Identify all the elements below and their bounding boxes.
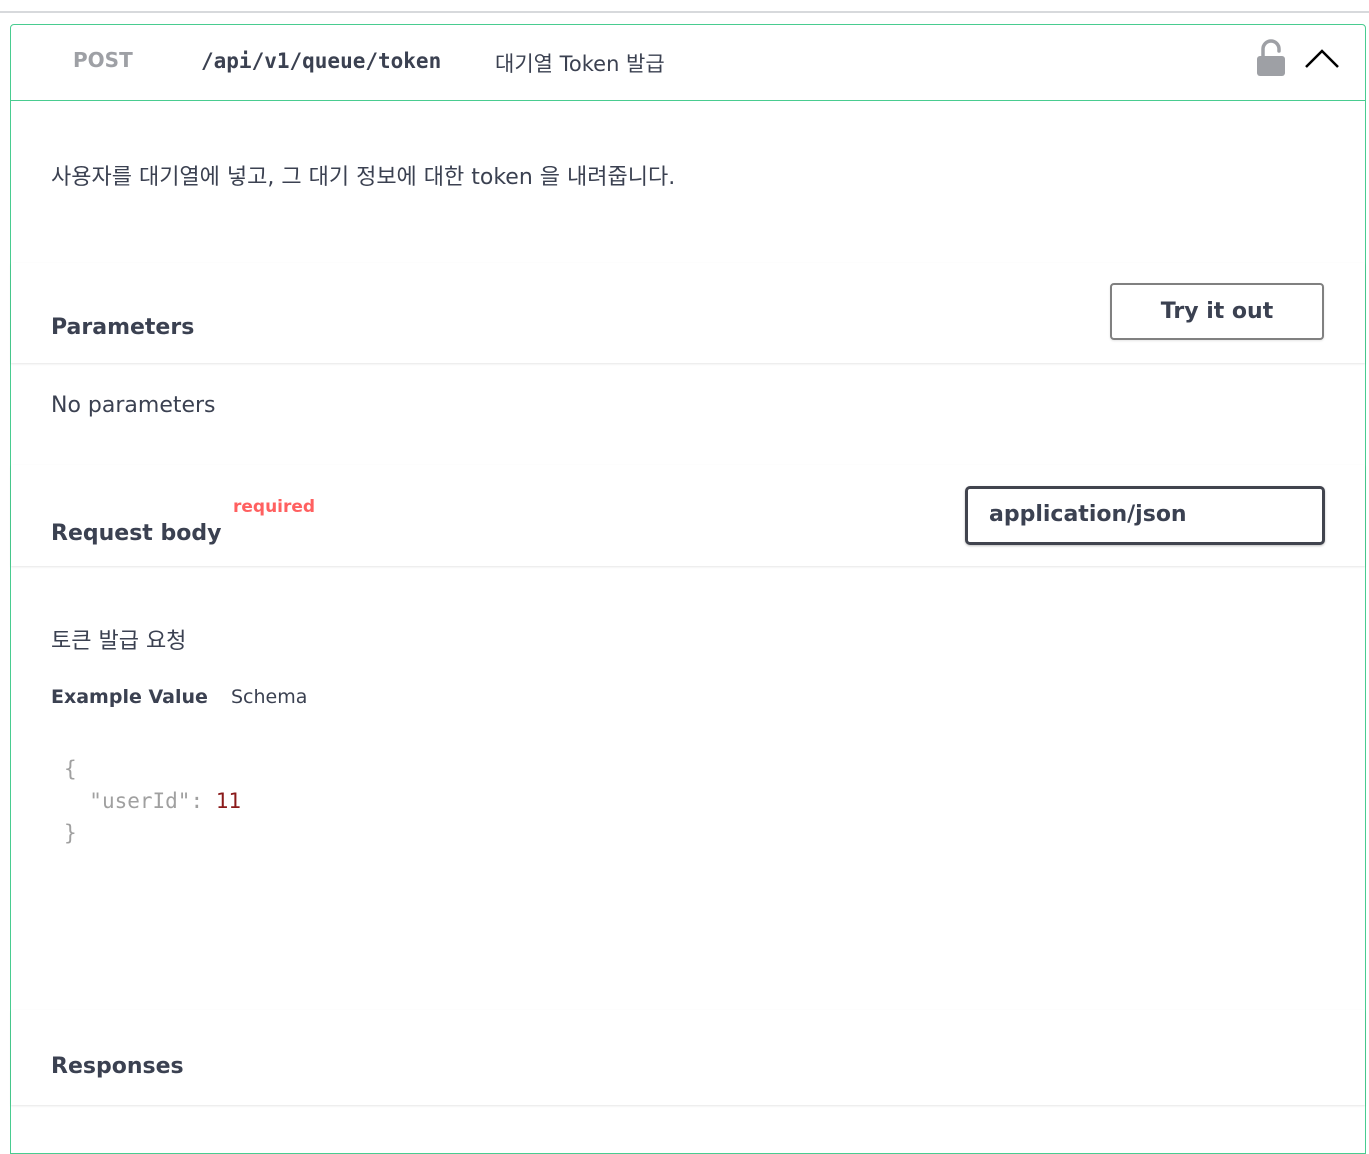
try-it-out-button[interactable]: Try it out bbox=[1110, 283, 1324, 340]
tab-example-value[interactable]: Example Value bbox=[51, 686, 208, 708]
request-body-description: 토큰 발급 요청 bbox=[51, 629, 187, 654]
method-badge: POST bbox=[73, 48, 133, 72]
lock-icon[interactable] bbox=[1255, 39, 1287, 77]
no-parameters-text: No parameters bbox=[51, 393, 216, 418]
code-colon: : bbox=[190, 789, 204, 813]
responses-header: Responses bbox=[11, 1010, 1365, 1105]
responses-title: Responses bbox=[51, 1054, 184, 1079]
operation-description: 사용자를 대기열에 넣고, 그 대기 정보에 대한 token 을 내려줍니다. bbox=[51, 165, 676, 190]
tab-schema[interactable]: Schema bbox=[231, 686, 307, 708]
top-divider bbox=[0, 11, 1369, 13]
opblock-summary[interactable]: POST /api/v1/queue/token 대기열 Token 발급 bbox=[11, 25, 1365, 101]
opblock-post: POST /api/v1/queue/token 대기열 Token 발급 사용… bbox=[10, 24, 1366, 1154]
code-brace-open: { bbox=[64, 757, 77, 781]
endpoint-path: /api/v1/queue/token bbox=[201, 49, 442, 73]
required-label: required bbox=[233, 497, 316, 517]
code-value: 11 bbox=[215, 789, 242, 813]
code-key: "userId" bbox=[89, 789, 191, 813]
request-body-title: Request body bbox=[51, 521, 222, 546]
content-type-select[interactable]: application/json bbox=[965, 486, 1325, 545]
example-code-block: { "userId": 11 } bbox=[64, 753, 241, 849]
code-brace-close: } bbox=[64, 821, 77, 845]
endpoint-summary: 대기열 Token 발급 bbox=[495, 52, 665, 76]
parameters-title: Parameters bbox=[51, 315, 195, 340]
chevron-up-icon[interactable] bbox=[1302, 43, 1342, 73]
